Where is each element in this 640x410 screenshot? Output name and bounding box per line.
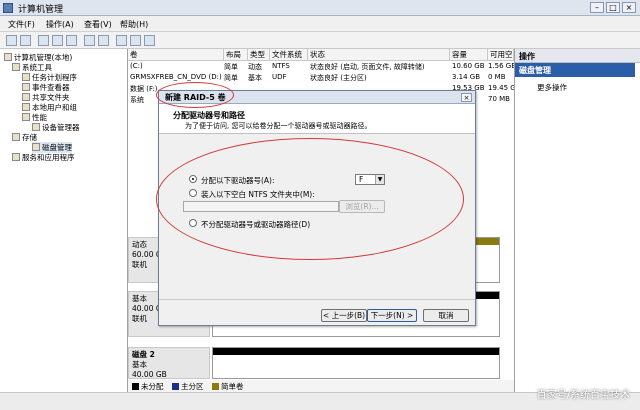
- dialog-close-icon[interactable]: ×: [461, 93, 472, 102]
- dialog-header: 分配驱动器号和路径 为了便于访问, 您可以给卷分配一个驱动器号或驱动器路径。: [159, 104, 475, 134]
- close-icon[interactable]: ×: [622, 2, 636, 13]
- actions-header: 操作: [515, 49, 640, 63]
- legend-primary: 主分区: [172, 381, 204, 392]
- users-icon: [22, 103, 30, 111]
- actions-pane: 操作 磁盘管理 更多操作: [514, 49, 640, 392]
- device-icon: [32, 123, 40, 131]
- disk-3-partition[interactable]: [212, 347, 500, 379]
- event-icon: [22, 83, 30, 91]
- legend-bar: 未分配 主分区 简单卷: [128, 380, 514, 392]
- folder-icon: [22, 93, 30, 101]
- legend-unallocated: 未分配: [132, 381, 164, 392]
- more-actions-link[interactable]: 更多操作: [537, 82, 567, 93]
- partition-bar: [213, 348, 499, 355]
- annotation-ellipse-title: [156, 82, 234, 108]
- dialog-separator: [159, 299, 475, 300]
- watermark: 百家号/系统百宝技术: [536, 390, 630, 401]
- dialog-heading: 分配驱动器号和路径: [173, 111, 245, 120]
- show-tree-icon[interactable]: [52, 35, 63, 46]
- window-title: 计算机管理: [18, 5, 64, 15]
- tools-icon: [12, 63, 20, 71]
- menu-help[interactable]: 帮助(H): [120, 19, 148, 30]
- next-button[interactable]: 下一步(N) >: [367, 309, 417, 322]
- tree-item-device-manager[interactable]: 设备管理器: [32, 122, 80, 133]
- col-type[interactable]: 类型: [248, 49, 270, 61]
- title-bar: 计算机管理 – □ ×: [0, 0, 640, 16]
- legend-simple: 简单卷: [212, 381, 244, 392]
- up-icon[interactable]: [38, 35, 49, 46]
- col-free[interactable]: 可用空: [488, 49, 514, 61]
- dialog-subheading: 为了便于访问, 您可以给卷分配一个驱动器号或驱动器路径。: [185, 122, 372, 130]
- toolbar: [0, 32, 640, 49]
- forward-icon[interactable]: [20, 35, 31, 46]
- services-icon: [12, 153, 20, 161]
- col-volume[interactable]: 卷: [128, 49, 224, 61]
- window-controls: – □ ×: [590, 2, 636, 13]
- storage-icon: [12, 133, 20, 141]
- minimize-icon[interactable]: –: [590, 2, 604, 13]
- back-icon[interactable]: [6, 35, 17, 46]
- annotation-ellipse-options: [156, 138, 464, 260]
- menu-action[interactable]: 操作(A): [46, 19, 74, 30]
- col-capacity[interactable]: 容量: [450, 49, 488, 61]
- actions-selected[interactable]: 磁盘管理: [515, 63, 635, 77]
- check-icon[interactable]: [130, 35, 141, 46]
- col-status[interactable]: 状态: [308, 49, 450, 61]
- computer-icon: [4, 53, 12, 61]
- navigation-tree: 计算机管理(本地) 系统工具 任务计划程序 事件查看器 共享文件夹 本地用户和组…: [0, 49, 128, 392]
- disk-3-header[interactable]: 磁盘 2 基本 40.00 GB: [128, 347, 210, 379]
- menu-view[interactable]: 查看(V): [84, 19, 112, 30]
- export-icon[interactable]: [144, 35, 155, 46]
- help-icon[interactable]: [84, 35, 95, 46]
- app-icon: [3, 3, 13, 13]
- menu-bar: 文件(F) 操作(A) 查看(V) 帮助(H): [0, 16, 640, 32]
- performance-icon: [22, 113, 30, 121]
- refresh-icon[interactable]: [116, 35, 127, 46]
- maximize-icon[interactable]: □: [606, 2, 620, 13]
- clock-icon: [22, 73, 30, 81]
- disk-icon: [32, 143, 40, 151]
- cancel-button[interactable]: 取消: [423, 309, 469, 322]
- table-row[interactable]: (C:) 简单 动态 NTFS 状态良好 (启动, 页面文件, 故障转储) 10…: [128, 62, 516, 72]
- menu-file[interactable]: 文件(F): [8, 19, 35, 30]
- tree-item-services[interactable]: 服务和应用程序: [12, 152, 75, 163]
- properties-icon[interactable]: [66, 35, 77, 46]
- col-filesystem[interactable]: 文件系统: [270, 49, 308, 61]
- col-layout[interactable]: 布局: [224, 49, 248, 61]
- view-icon[interactable]: [98, 35, 109, 46]
- back-button[interactable]: < 上一步(B): [321, 309, 367, 322]
